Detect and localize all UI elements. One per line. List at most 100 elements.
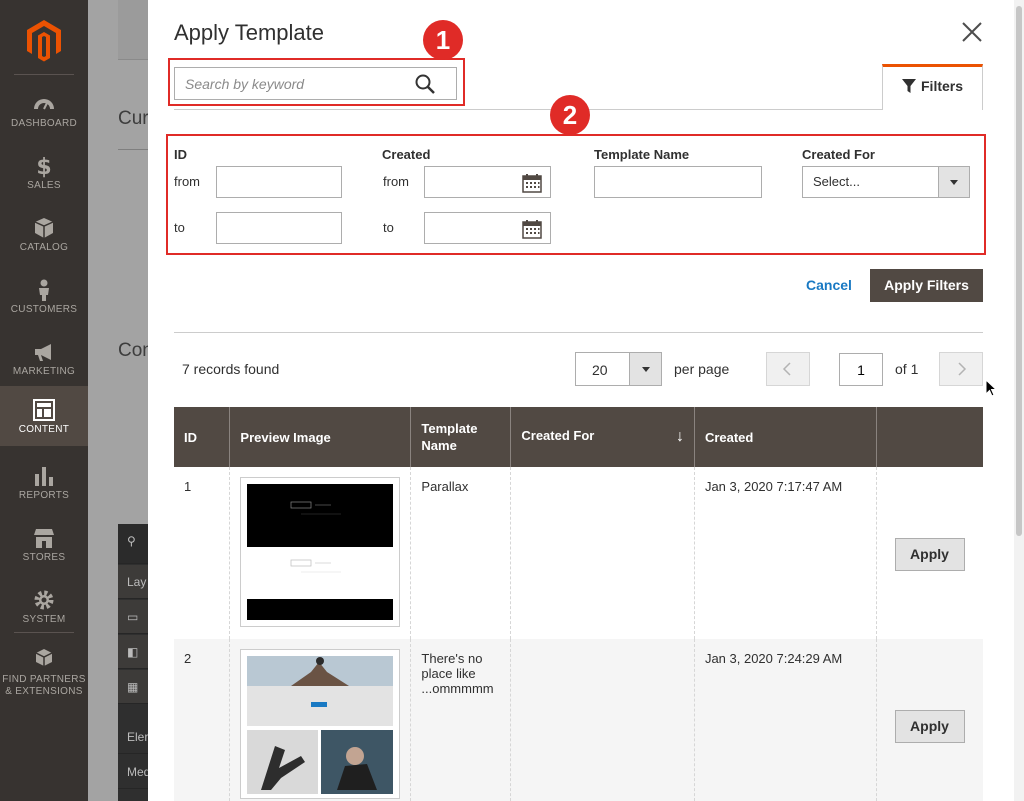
filter-id-label: ID [174,147,187,162]
chevron-right-icon [958,362,967,376]
toolbar-divider [174,109,882,110]
layout-icon [33,399,55,421]
bar-chart-icon [35,467,53,486]
table-row: 1 Parallax Jan 3, 2020 7:17:47 AM Apply [174,467,983,639]
page-total: of 1 [895,361,919,377]
per-page-select[interactable]: 20 [575,352,662,386]
column-header-id[interactable]: ID [174,407,230,467]
cell-id: 1 [184,479,192,494]
filter-template-name-input[interactable] [594,166,762,198]
cancel-button[interactable]: Cancel [806,277,852,293]
background-row: ◧ [118,635,148,669]
filter-created-label: Created [382,147,431,162]
box-icon [34,218,54,238]
page-number-input[interactable] [839,353,883,386]
sidebar-item-content[interactable]: CONTENT [0,386,88,446]
column-header-created-for[interactable]: Created For ↓ [510,407,695,467]
chevron-left-icon [782,362,791,376]
calendar-icon[interactable] [522,219,542,239]
sidebar-item-stores[interactable]: STORES [0,514,88,576]
background-heading: Cur [118,108,148,129]
chevron-down-icon[interactable] [629,353,661,385]
person-icon [39,279,49,301]
mouse-cursor-icon [985,379,997,397]
admin-sidebar: DASHBOARD $ SALES CATALOG CUSTOMERS MARK… [0,0,88,801]
cell-created: Jan 3, 2020 7:17:47 AM [693,467,876,639]
preview-image [240,477,401,627]
column-header-template-name[interactable]: Template Name [410,407,511,467]
scrollbar-thumb[interactable] [1016,6,1022,536]
cell-actions: Apply [875,639,983,801]
magento-logo-icon[interactable] [24,18,64,62]
dollar-icon: $ [36,155,51,178]
sort-arrow-icon: ↓ [675,428,684,445]
records-count: 7 records found [182,361,280,377]
gear-icon [34,590,54,610]
background-page: Cur Con ⚲ Lay ▭ ◧ ▦ Eler Med [88,0,148,801]
sidebar-item-marketing[interactable]: MARKETING [0,328,88,390]
nav-separator [14,74,74,75]
apply-template-modal: Apply Template 1 Filters 2 ID from to Cr… [148,0,1024,801]
annotation-marker-1: 1 [423,20,463,60]
storefront-icon [34,529,54,548]
filter-id-from-input[interactable] [216,166,342,198]
column-header-created[interactable]: Created [693,407,876,467]
sidebar-item-sales[interactable]: $ SALES [0,142,88,204]
previous-page-button[interactable] [766,352,810,386]
apply-filters-button[interactable]: Apply Filters [870,269,983,302]
modal-scrollbar[interactable] [1014,0,1024,801]
sidebar-item-dashboard[interactable]: DASHBOARD [0,80,88,142]
per-page-label: per page [674,361,730,377]
template-preview-thumbnail [247,484,394,620]
nav-separator [14,632,74,633]
column-header-created-for-label: Created For [521,428,595,443]
cell-created: Jan 3, 2020 7:24:29 AM [693,639,876,801]
filter-created-from-input[interactable] [424,166,551,198]
apply-button[interactable]: Apply [894,710,965,743]
filter-icon [902,79,916,93]
template-preview-thumbnail [247,656,394,794]
background-panel: ⚲ Lay ▭ ◧ ▦ Eler Med [118,524,148,801]
svg-text:$: $ [36,155,51,178]
next-page-button[interactable] [939,352,983,386]
boxes-icon [35,649,53,666]
filter-template-name-label: Template Name [594,147,690,162]
cell-actions: Apply [875,467,983,639]
filter-created-to-label: to [383,220,394,235]
background-row: ▦ [118,670,148,704]
search-icon[interactable] [415,74,435,94]
background-row: Eler [118,720,148,754]
table-row: 2 There's no place like ...ommmmm Jan 3,… [174,639,983,801]
sidebar-item-catalog[interactable]: CATALOG [0,204,88,266]
filter-created-to-input[interactable] [424,212,551,244]
sidebar-item-partners[interactable]: FIND PARTNERS & EXTENSIONS [0,636,88,706]
cell-preview [229,467,411,639]
background-row: Med [118,755,148,789]
background-row: Lay [118,565,148,599]
grid-header-row: ID Preview Image Template Name Created F… [174,407,983,467]
preview-image [240,649,401,799]
apply-button[interactable]: Apply [894,538,965,571]
section-divider [174,332,983,333]
column-header-preview: Preview Image [229,407,411,467]
background-search-icon: ⚲ [118,524,148,564]
filter-id-from-label: from [174,174,200,189]
per-page-value: 20 [592,362,608,378]
calendar-icon[interactable] [522,173,542,193]
search-input[interactable] [175,68,405,99]
select-value: Select... [813,174,860,189]
cell-created-for [510,467,695,639]
filters-tab[interactable]: Filters [882,64,983,110]
filter-id-to-input[interactable] [216,212,342,244]
filter-created-for-select[interactable]: Select... [802,166,970,198]
sidebar-item-reports[interactable]: REPORTS [0,452,88,514]
close-icon[interactable] [958,18,986,46]
filter-id-to-label: to [174,220,185,235]
sidebar-item-system[interactable]: SYSTEM [0,576,88,638]
megaphone-icon [35,344,51,361]
cell-created-for [510,639,695,801]
filters-tab-label: Filters [921,78,964,94]
column-header-actions [875,407,983,467]
search-box [174,67,457,100]
sidebar-item-customers[interactable]: CUSTOMERS [0,266,88,328]
